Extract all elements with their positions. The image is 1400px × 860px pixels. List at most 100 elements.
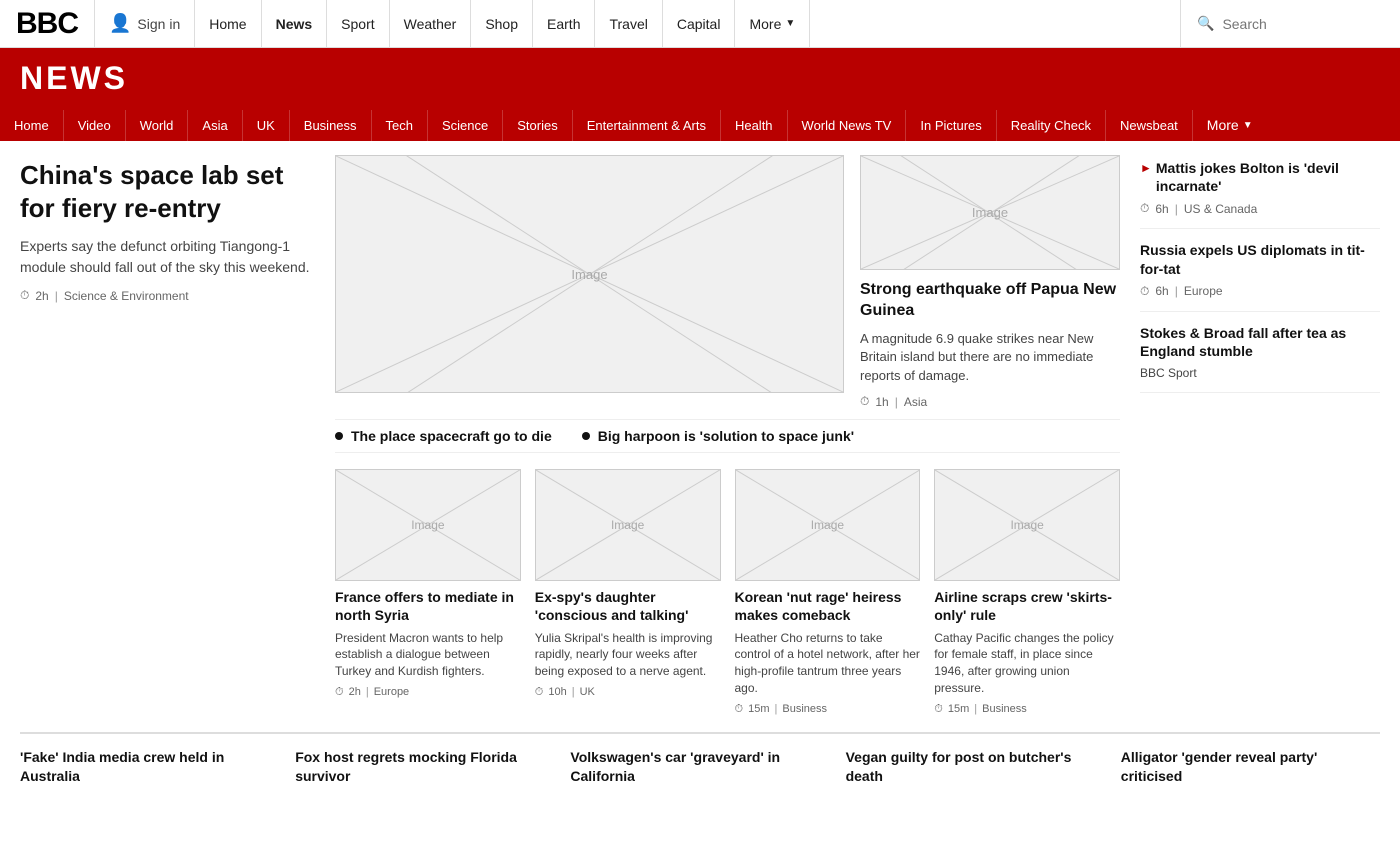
- main-story-column: China's space lab set for fiery re-entry…: [20, 155, 315, 722]
- bottom-title-0: 'Fake' India media crew held in Australi…: [20, 748, 279, 786]
- subnav-asia[interactable]: Asia: [188, 110, 242, 141]
- main-time: 2h: [35, 289, 48, 303]
- bullet-item-1[interactable]: The place spacecraft go to die: [335, 428, 552, 444]
- bullet-items-row: The place spacecraft go to die Big harpo…: [335, 419, 1120, 453]
- grid-title-0[interactable]: France offers to mediate in north Syria: [335, 588, 521, 624]
- subnav-business[interactable]: Business: [290, 110, 372, 141]
- grid-stories: Image France offers to mediate in north …: [335, 463, 1120, 722]
- sign-in[interactable]: 👤 Sign in: [95, 0, 195, 48]
- right-top-time: 1h: [875, 395, 888, 409]
- grid-item-1: Image Ex-spy's daughter 'conscious and t…: [535, 469, 721, 716]
- grid-image-1[interactable]: Image: [535, 469, 721, 581]
- right-top-headline[interactable]: Strong earthquake off Papua New Guinea: [860, 280, 1120, 322]
- sidebar-meta-0: ⏱ 6h | US & Canada: [1140, 201, 1380, 216]
- right-top-meta: ⏱ 1h | Asia: [860, 394, 1120, 409]
- bottom-row: 'Fake' India media crew held in Australi…: [20, 748, 1380, 786]
- bullet-item-2[interactable]: Big harpoon is 'solution to space junk': [582, 428, 854, 444]
- top-nav-links: Home News Sport Weather Shop Earth Trave…: [195, 0, 1180, 48]
- bottom-item-0[interactable]: 'Fake' India media crew held in Australi…: [20, 748, 279, 786]
- bbc-logo[interactable]: BBC: [0, 0, 95, 48]
- grid-cat-3[interactable]: Business: [982, 703, 1027, 715]
- top-navigation: BBC 👤 Sign in Home News Sport Weather Sh…: [0, 0, 1400, 48]
- right-top-category[interactable]: Asia: [904, 395, 927, 409]
- clock-icon-g2: ⏱: [735, 703, 744, 716]
- search-box[interactable]: 🔍: [1180, 0, 1400, 48]
- grid-image-3[interactable]: Image: [934, 469, 1120, 581]
- subnav-more-label: More: [1207, 117, 1239, 133]
- grid-time-0: 2h: [349, 686, 361, 698]
- sidebar-title-1[interactable]: Russia expels US diplomats in tit-for-ta…: [1140, 241, 1380, 277]
- grid-meta-2: ⏱ 15m | Business: [735, 703, 921, 716]
- main-image[interactable]: Image: [335, 155, 844, 393]
- sidebar-title-0[interactable]: ► Mattis jokes Bolton is 'devil incarnat…: [1140, 159, 1380, 195]
- subnav-stories[interactable]: Stories: [503, 110, 572, 141]
- grid-desc-0: President Macron wants to help establish…: [335, 630, 521, 680]
- grid-title-2[interactable]: Korean 'nut rage' heiress makes comeback: [735, 588, 921, 624]
- grid-cat-0[interactable]: Europe: [374, 686, 409, 698]
- subnav-reality-check[interactable]: Reality Check: [997, 110, 1106, 141]
- nav-link-home[interactable]: Home: [195, 0, 261, 48]
- subnav-health[interactable]: Health: [721, 110, 788, 141]
- subnav-world[interactable]: World: [126, 110, 189, 141]
- bottom-item-2[interactable]: Volkswagen's car 'graveyard' in Californ…: [570, 748, 829, 786]
- bullet-dot-1: [335, 432, 343, 440]
- clock-icon-g0: ⏱: [335, 686, 344, 699]
- bottom-headlines: 'Fake' India media crew held in Australi…: [0, 732, 1400, 806]
- bottom-item-3[interactable]: Vegan guilty for post on butcher's death: [846, 748, 1105, 786]
- clock-icon-g3: ⏱: [934, 703, 943, 716]
- bottom-title-4: Alligator 'gender reveal party' criticis…: [1121, 748, 1380, 786]
- subnav-entertainment[interactable]: Entertainment & Arts: [573, 110, 721, 141]
- subnav-home[interactable]: Home: [0, 110, 64, 141]
- nav-link-weather[interactable]: Weather: [390, 0, 472, 48]
- nav-link-news[interactable]: News: [262, 0, 328, 48]
- bottom-item-1[interactable]: Fox host regrets mocking Florida survivo…: [295, 748, 554, 786]
- sidebar-cat-0[interactable]: US & Canada: [1184, 202, 1257, 216]
- bottom-item-4[interactable]: Alligator 'gender reveal party' criticis…: [1121, 748, 1380, 786]
- sidebar-item-1: Russia expels US diplomats in tit-for-ta…: [1140, 229, 1380, 311]
- right-sidebar: ► Mattis jokes Bolton is 'devil incarnat…: [1140, 155, 1380, 722]
- sidebar-cat-1[interactable]: Europe: [1184, 284, 1223, 298]
- sidebar-item-2: Stokes & Broad fall after tea as England…: [1140, 312, 1380, 393]
- top-stories-row: Image Image Strong earthquake off Papua …: [335, 155, 1120, 409]
- sidebar-time-1: 6h: [1155, 284, 1168, 298]
- subnav-in-pictures[interactable]: In Pictures: [906, 110, 996, 141]
- right-arrow-icon-0: ►: [1140, 161, 1152, 177]
- grid-title-3[interactable]: Airline scraps crew 'skirts-only' rule: [934, 588, 1120, 624]
- subnav-tech[interactable]: Tech: [372, 110, 428, 141]
- nav-link-shop[interactable]: Shop: [471, 0, 533, 48]
- grid-image-2[interactable]: Image: [735, 469, 921, 581]
- grid-cat-1[interactable]: UK: [580, 686, 595, 698]
- main-category[interactable]: Science & Environment: [64, 289, 189, 303]
- subnav-uk[interactable]: UK: [243, 110, 290, 141]
- more-label: More: [749, 16, 781, 32]
- right-top-story: Image Strong earthquake off Papua New Gu…: [860, 155, 1120, 409]
- subnav-more[interactable]: More ▼: [1193, 109, 1267, 141]
- nav-link-capital[interactable]: Capital: [663, 0, 736, 48]
- grid-image-label-3: Image: [1010, 518, 1043, 532]
- clock-icon: ⏱: [20, 288, 29, 303]
- grid-cat-2[interactable]: Business: [782, 703, 827, 715]
- right-top-image[interactable]: Image: [860, 155, 1120, 270]
- subnav-science[interactable]: Science: [428, 110, 503, 141]
- grid-item-0: Image France offers to mediate in north …: [335, 469, 521, 716]
- sidebar-title-2[interactable]: Stokes & Broad fall after tea as England…: [1140, 324, 1380, 360]
- subnav-video[interactable]: Video: [64, 110, 126, 141]
- grid-meta-0: ⏱ 2h | Europe: [335, 686, 521, 699]
- bottom-divider: [20, 732, 1380, 734]
- nav-link-earth[interactable]: Earth: [533, 0, 595, 48]
- grid-desc-1: Yulia Skripal's health is improving rapi…: [535, 630, 721, 680]
- nav-link-travel[interactable]: Travel: [595, 0, 662, 48]
- main-content: China's space lab set for fiery re-entry…: [0, 141, 1400, 732]
- sidebar-sport-label: BBC Sport: [1140, 366, 1380, 380]
- sidebar-item-0: ► Mattis jokes Bolton is 'devil incarnat…: [1140, 159, 1380, 229]
- grid-image-0[interactable]: Image: [335, 469, 521, 581]
- main-headline[interactable]: China's space lab set for fiery re-entry: [20, 159, 315, 224]
- subnav-world-news-tv[interactable]: World News TV: [788, 110, 907, 141]
- more-dropdown[interactable]: More ▼: [735, 0, 810, 48]
- right-top-description: A magnitude 6.9 quake strikes near New B…: [860, 330, 1120, 387]
- nav-link-sport[interactable]: Sport: [327, 0, 389, 48]
- search-input[interactable]: [1222, 16, 1352, 32]
- grid-title-1[interactable]: Ex-spy's daughter 'conscious and talking…: [535, 588, 721, 624]
- subnav-newsbeat[interactable]: Newsbeat: [1106, 110, 1193, 141]
- sidebar-meta-1: ⏱ 6h | Europe: [1140, 284, 1380, 299]
